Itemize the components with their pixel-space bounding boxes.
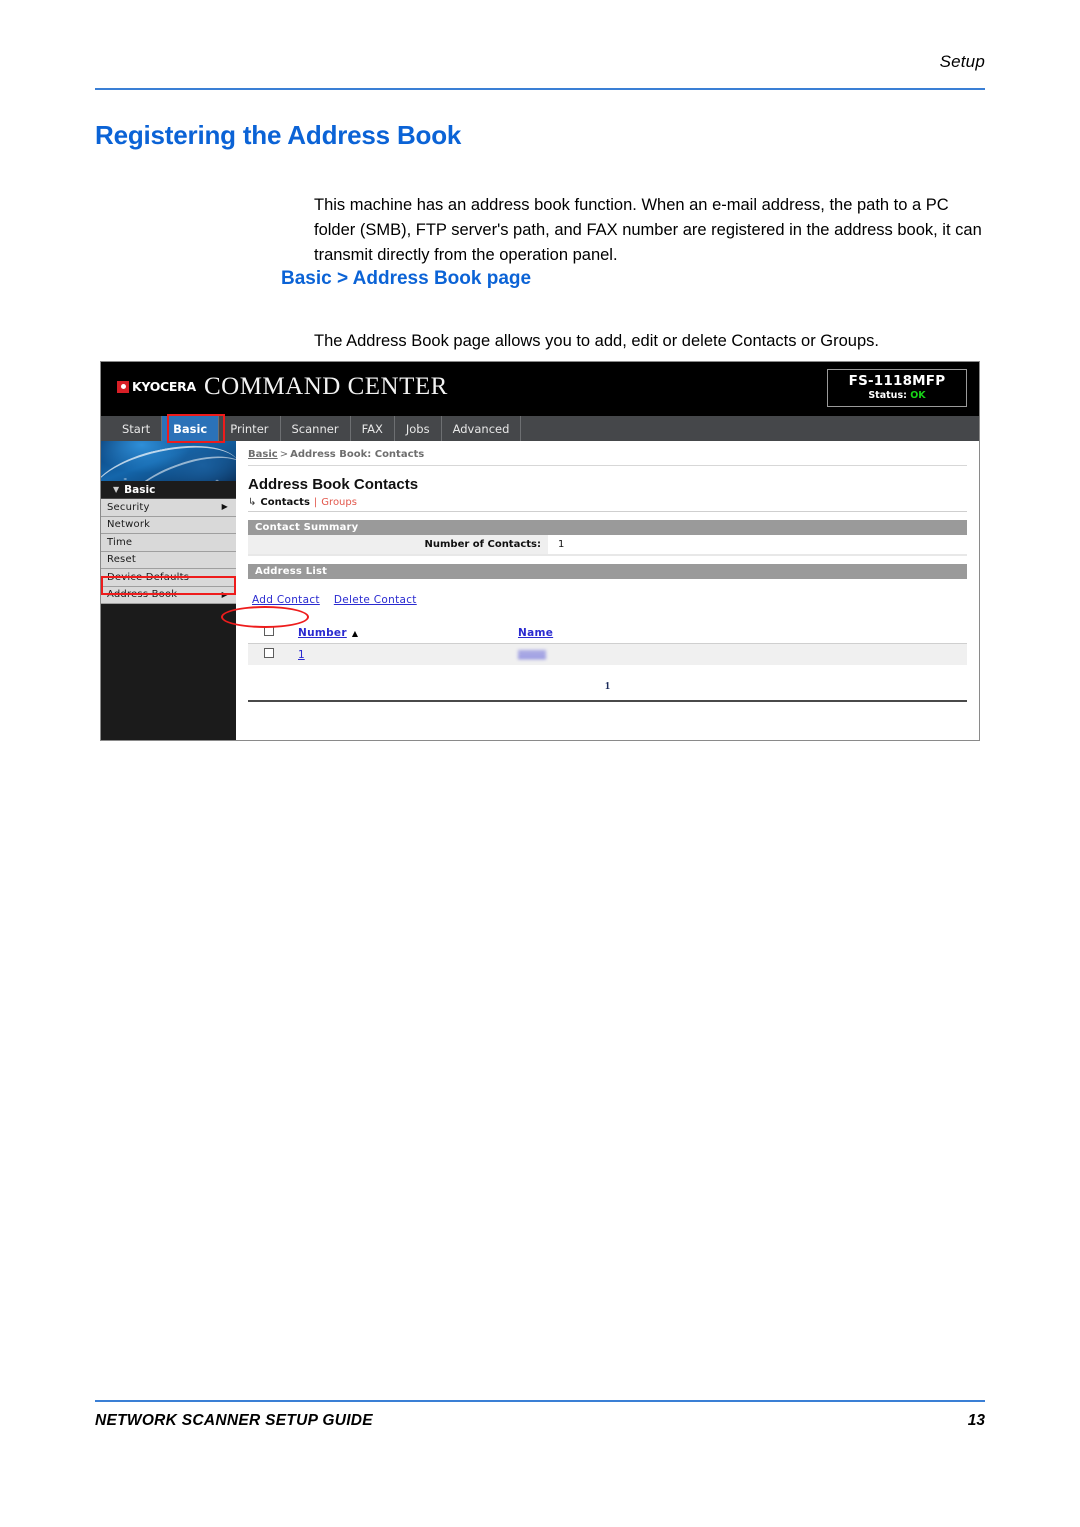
subnav-groups[interactable]: Groups <box>321 497 357 508</box>
header-rule <box>95 88 985 90</box>
tab-basic-label: Basic <box>173 421 208 436</box>
sidebar-item-security[interactable]: Security ▶ <box>101 499 236 517</box>
section-title: Basic > Address Book page <box>281 268 532 289</box>
pagination-current-page[interactable]: 1 <box>605 681 610 692</box>
sidebar-item-network[interactable]: Network <box>101 516 236 534</box>
section-paragraph: The Address Book page allows you to add,… <box>314 331 879 350</box>
sidebar-item-label: Security <box>107 501 150 513</box>
page-running-header: Setup <box>95 52 985 72</box>
sidebar-item-reset[interactable]: Reset <box>101 551 236 569</box>
status-value: OK <box>910 390 926 401</box>
page-header-label: Setup <box>939 52 985 71</box>
sidebar-item-label: Address Book <box>107 589 178 601</box>
kyocera-logo: KYOCERA <box>117 379 196 394</box>
column-header-number-label: Number <box>298 626 347 639</box>
number-of-contacts-row: Number of Contacts: 1 <box>248 535 967 556</box>
row-name-link[interactable] <box>518 649 546 661</box>
tab-printer[interactable]: Printer <box>219 416 281 441</box>
sidebar-item-label: Reset <box>107 554 136 566</box>
main-panel: Basic > Address Book: Contacts Address Boo… <box>236 441 979 740</box>
device-status-line: Status: OK <box>828 390 966 401</box>
table-row: 1 <box>248 643 967 667</box>
contact-summary-label: Contact Summary <box>255 522 359 533</box>
tab-advanced-label: Advanced <box>452 421 510 436</box>
tab-bar-left-spacer <box>101 416 111 441</box>
sidebar-group-label: Basic <box>124 483 156 496</box>
tab-advanced[interactable]: Advanced <box>441 416 522 441</box>
command-center-screenshot: KYOCERA COMMAND CENTER FS-1118MFP Status… <box>100 361 980 741</box>
tab-basic[interactable]: Basic <box>162 416 220 441</box>
arrow-hook-icon: ↳ <box>248 497 257 508</box>
address-list-actions: Add Contact Delete Contact <box>248 591 967 609</box>
sidebar-group-header[interactable]: ▼ Basic <box>101 481 236 499</box>
sidebar-item-address-book[interactable]: Address Book ▶ <box>101 586 236 604</box>
status-label: Status: <box>868 390 907 401</box>
subnav-divider: | <box>313 497 318 508</box>
row-name-cell <box>518 643 967 667</box>
address-list-section-header: Address List <box>248 564 967 579</box>
contact-summary-section-header: Contact Summary <box>248 520 967 535</box>
sidebar-item-device-defaults[interactable]: Device Defaults <box>101 569 236 587</box>
command-center-wordmark: COMMAND CENTER <box>204 373 448 400</box>
column-header-name-label: Name <box>518 626 554 639</box>
sidebar-item-label: Network <box>107 519 151 531</box>
select-all-checkbox[interactable] <box>264 626 274 636</box>
sidebar-item-label: Device Defaults <box>107 571 190 583</box>
tab-fax[interactable]: FAX <box>350 416 395 441</box>
address-list-table: Number ▲ Name 1 <box>248 622 967 667</box>
pagination: 1 <box>248 681 967 692</box>
sidebar-item-label: Time <box>107 536 133 548</box>
tab-scanner[interactable]: Scanner <box>280 416 351 441</box>
add-contact-link[interactable]: Add Contact <box>252 594 320 606</box>
tab-scanner-label: Scanner <box>291 421 339 436</box>
tab-bar: Start Basic Printer Scanner FAX Jobs Adv… <box>101 416 979 441</box>
tab-fax-label: FAX <box>361 421 383 436</box>
sidebar: ▼ Basic Security ▶ Network Time Reset De… <box>101 441 236 740</box>
tab-start-label: Start <box>122 421 151 436</box>
tab-jobs-label: Jobs <box>405 421 430 436</box>
device-model-label: FS-1118MFP <box>848 373 946 389</box>
column-header-name[interactable]: Name <box>518 622 967 644</box>
row-select-cell <box>248 643 298 667</box>
breadcrumb-separator: > <box>279 449 289 460</box>
chevron-right-icon: ▶ <box>221 502 228 512</box>
row-checkbox[interactable] <box>264 648 274 658</box>
row-number-cell: 1 <box>298 643 518 667</box>
chevron-down-icon: ▼ <box>113 484 120 494</box>
brand-bar: KYOCERA COMMAND CENTER FS-1118MFP Status… <box>101 362 979 416</box>
main-bottom-rule <box>248 700 967 702</box>
delete-contact-link[interactable]: Delete Contact <box>334 594 417 606</box>
page-title: Registering the Address Book <box>95 120 462 150</box>
select-all-header <box>248 622 298 644</box>
kyocera-mark-icon <box>117 380 129 393</box>
sidebar-item-time[interactable]: Time <box>101 534 236 552</box>
footer-page-number: 13 <box>967 1412 985 1429</box>
tab-jobs[interactable]: Jobs <box>394 416 442 441</box>
breadcrumb-link-basic[interactable]: Basic <box>248 449 278 460</box>
subnav-contacts[interactable]: Contacts <box>260 497 310 508</box>
tab-start[interactable]: Start <box>111 416 163 441</box>
footer-rule <box>95 1400 985 1402</box>
table-header-row: Number ▲ Name <box>248 622 967 644</box>
kyocera-wordmark: KYOCERA <box>132 379 196 394</box>
address-list-label: Address List <box>255 566 328 577</box>
number-of-contacts-label: Number of Contacts: <box>248 535 548 554</box>
breadcrumb: Basic > Address Book: Contacts <box>248 449 967 466</box>
row-number-link[interactable]: 1 <box>298 649 305 661</box>
sidebar-banner-image <box>101 441 236 481</box>
column-header-number[interactable]: Number ▲ <box>298 622 518 644</box>
redacted-name-icon <box>518 650 546 659</box>
main-heading: Address Book Contacts <box>248 476 419 493</box>
chevron-right-icon: ▶ <box>221 589 228 599</box>
intro-paragraph: This machine has an address book functio… <box>314 195 982 264</box>
sort-ascending-icon: ▲ <box>351 628 358 638</box>
tab-printer-label: Printer <box>230 421 269 436</box>
breadcrumb-current: Address Book: Contacts <box>290 449 425 460</box>
status-badge: FS-1118MFP Status: OK <box>827 369 967 407</box>
contacts-groups-subnav: ↳ Contacts | Groups <box>248 497 967 512</box>
number-of-contacts-value: 1 <box>558 539 565 550</box>
